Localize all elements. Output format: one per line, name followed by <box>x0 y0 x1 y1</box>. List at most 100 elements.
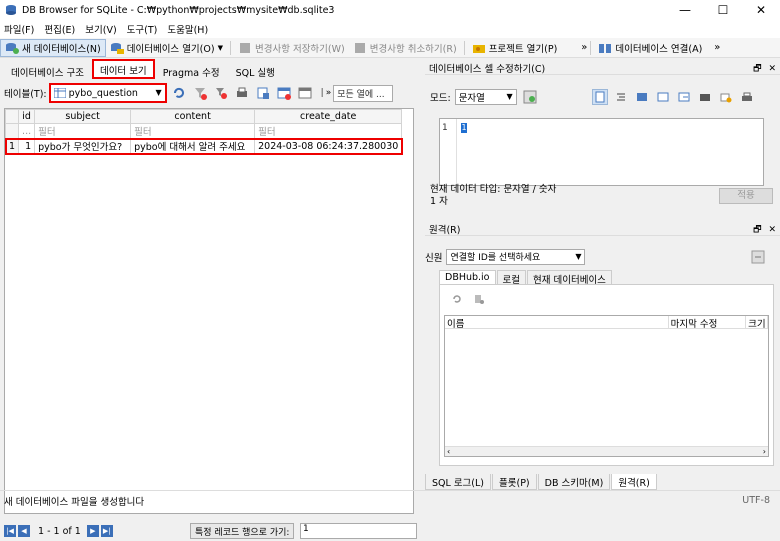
row-number[interactable]: 1 <box>4 138 20 154</box>
tab-remote[interactable]: 원격(R) <box>611 474 657 490</box>
column-header-name[interactable]: 이름 <box>445 316 669 330</box>
revert-changes-button[interactable]: 변경사항 취소하기(R) <box>349 39 461 57</box>
cell-editor-title: 데이터베이스 셀 수정하기(C) <box>429 63 546 75</box>
column-header-create-date[interactable]: create_date <box>254 109 403 124</box>
insert-record-icon[interactable] <box>276 85 292 101</box>
identity-select[interactable]: 연결할 ID를 선택하세요 ▼ <box>446 249 586 265</box>
auto-switch-mode-icon[interactable] <box>522 89 538 105</box>
table-select[interactable]: pybo_question ▼ <box>48 83 167 103</box>
tab-database-structure[interactable]: 데이터베이스 구조 <box>4 62 91 79</box>
open-external-icon[interactable] <box>676 89 692 105</box>
tab-plot[interactable]: 플롯(P) <box>492 474 537 490</box>
attach-database-button[interactable]: 데이터베이스 연결(A) <box>594 39 706 57</box>
cell-subject[interactable]: pybo가 무엇인가요? <box>34 138 132 154</box>
status-message: 새 데이터베이스 파일을 생성합니다 <box>4 496 145 508</box>
cell-editor-dock: 데이터베이스 셀 수정하기(C) 🗗 ✕ 모드: 문자열 ▼ 1 1 현재 데이… <box>425 61 780 216</box>
cell-editor-header: 데이터베이스 셀 수정하기(C) 🗗 ✕ <box>425 61 780 75</box>
cell-text[interactable]: 1 <box>461 123 467 133</box>
tab-dbhub[interactable]: DBHub.io <box>439 270 496 284</box>
menu-help[interactable]: 도움말(H) <box>167 22 208 36</box>
apply-button[interactable]: 적용 <box>719 188 773 204</box>
goto-record-input[interactable]: 1 <box>300 523 417 539</box>
window-title: DB Browser for SQLite - C:₩python₩projec… <box>22 4 335 16</box>
tab-execute-sql[interactable]: SQL 실행 <box>229 62 282 79</box>
toolbar-overflow-button[interactable]: » <box>581 42 587 53</box>
app-icon <box>6 5 16 15</box>
column-header-size[interactable]: 크기 <box>746 316 768 328</box>
close-icon[interactable]: ✕ <box>768 225 776 235</box>
mode-label: 모드: <box>430 93 451 104</box>
open-project-button[interactable]: 프로젝트 열기(P) <box>468 39 562 57</box>
chevron-left-icon[interactable]: ‹ <box>447 447 450 456</box>
tab-edit-pragmas[interactable]: Pragma 수정 <box>156 62 227 79</box>
filter-overflow-button[interactable]: » <box>326 88 332 98</box>
filter-content-input[interactable]: 필터 <box>130 123 256 139</box>
dock-controls: 🗗 ✕ <box>753 222 776 238</box>
column-header-id[interactable]: id <box>18 109 36 124</box>
print-cell-icon[interactable] <box>739 89 755 105</box>
table-row[interactable]: 1 1 pybo가 무엇인가요? pybo에 대해서 알려 주세요 2024-0… <box>4 137 403 155</box>
chevron-down-icon[interactable]: ▼ <box>218 44 223 52</box>
word-wrap-icon[interactable] <box>592 89 608 105</box>
main-tabs: 데이터베이스 구조 데이터 보기 Pragma 수정 SQL 실행 <box>0 59 421 79</box>
attach-db-icon <box>599 43 612 53</box>
remote-body: 이름 마지막 수정 크기 ‹ › <box>439 284 774 466</box>
new-database-button[interactable]: 새 데이터베이스(N) <box>0 38 106 57</box>
clone-icon[interactable] <box>471 291 487 307</box>
column-header-content[interactable]: content <box>130 109 256 124</box>
indent-icon[interactable] <box>613 89 629 105</box>
filter-create-date-input[interactable]: 필터 <box>254 123 403 139</box>
chevron-right-icon[interactable]: › <box>763 447 766 456</box>
save-filter-icon[interactable] <box>213 85 229 101</box>
open-db-label: 데이터베이스 열기(O) <box>126 43 215 55</box>
menu-file[interactable]: 파일(F) <box>4 22 34 36</box>
float-icon[interactable]: 🗗 <box>753 225 761 235</box>
cell-content[interactable]: pybo에 대해서 알려 주세요 <box>130 138 256 154</box>
close-icon[interactable]: ✕ <box>768 64 776 74</box>
set-null-icon[interactable] <box>718 89 734 105</box>
maximize-button[interactable]: ☐ <box>704 0 742 20</box>
identity-settings-icon[interactable] <box>750 249 766 265</box>
mode-select[interactable]: 문자열 ▼ <box>454 89 517 105</box>
prev-page-icon[interactable]: ◀ <box>18 525 30 537</box>
tab-db-schema[interactable]: DB 스키마(M) <box>537 474 611 490</box>
export-icon[interactable] <box>255 85 271 101</box>
refresh-icon[interactable] <box>449 291 465 307</box>
toolbar-overflow-button-2[interactable]: » <box>714 42 720 53</box>
write-changes-button[interactable]: 변경사항 저장하기(W) <box>234 39 349 57</box>
horizontal-scrollbar[interactable]: ‹ › <box>445 446 768 456</box>
cell-create-date[interactable]: 2024-03-08 06:24:37.280030 <box>254 138 403 154</box>
close-button[interactable]: ✕ <box>742 0 780 20</box>
cell-id[interactable]: 1 <box>18 138 36 154</box>
last-page-icon[interactable]: ▶| <box>100 525 113 537</box>
menu-view[interactable]: 보기(V) <box>85 22 116 36</box>
menu-tools[interactable]: 도구(T) <box>127 22 158 36</box>
float-icon[interactable]: 🗗 <box>753 64 761 74</box>
column-header-last-modified[interactable]: 마지막 수정 <box>669 316 747 330</box>
tab-current-database[interactable]: 현재 데이터베이스 <box>526 270 612 286</box>
tab-browse-data[interactable]: 데이터 보기 <box>91 59 155 79</box>
minimize-button[interactable]: — <box>666 0 704 20</box>
type-info: 현재 데이터 타입: 문자열 / 숫자 1 자 <box>430 184 556 208</box>
filter-id-input[interactable]: ... <box>18 123 36 139</box>
tab-sql-log[interactable]: SQL 로그(L) <box>425 474 492 490</box>
first-page-icon[interactable]: |◀ <box>4 525 16 537</box>
print-icon[interactable] <box>234 85 250 101</box>
column-header-subject[interactable]: subject <box>34 109 132 124</box>
refresh-icon[interactable] <box>171 85 187 101</box>
export-cell-icon[interactable] <box>655 89 671 105</box>
cell-edit-area[interactable]: 1 1 <box>439 118 764 186</box>
delete-record-icon[interactable] <box>297 85 313 101</box>
filter-all-input[interactable]: 모든 열에 ... <box>333 84 394 102</box>
tab-local[interactable]: 로컬 <box>496 270 526 286</box>
copy-cell-icon[interactable] <box>697 89 713 105</box>
remote-file-list[interactable]: 이름 마지막 수정 크기 ‹ › <box>444 315 769 457</box>
menu-edit[interactable]: 편집(E) <box>44 22 75 36</box>
open-database-button[interactable]: 데이터베이스 열기(O) ▼ <box>106 39 227 57</box>
next-page-icon[interactable]: ▶ <box>86 525 99 537</box>
import-icon[interactable] <box>634 89 650 105</box>
revert-changes-icon <box>354 42 365 53</box>
goto-record-button[interactable]: 특정 레코드 행으로 가기: <box>190 523 295 539</box>
filter-subject-input[interactable]: 필터 <box>34 123 132 139</box>
clear-filters-icon[interactable] <box>192 85 208 101</box>
